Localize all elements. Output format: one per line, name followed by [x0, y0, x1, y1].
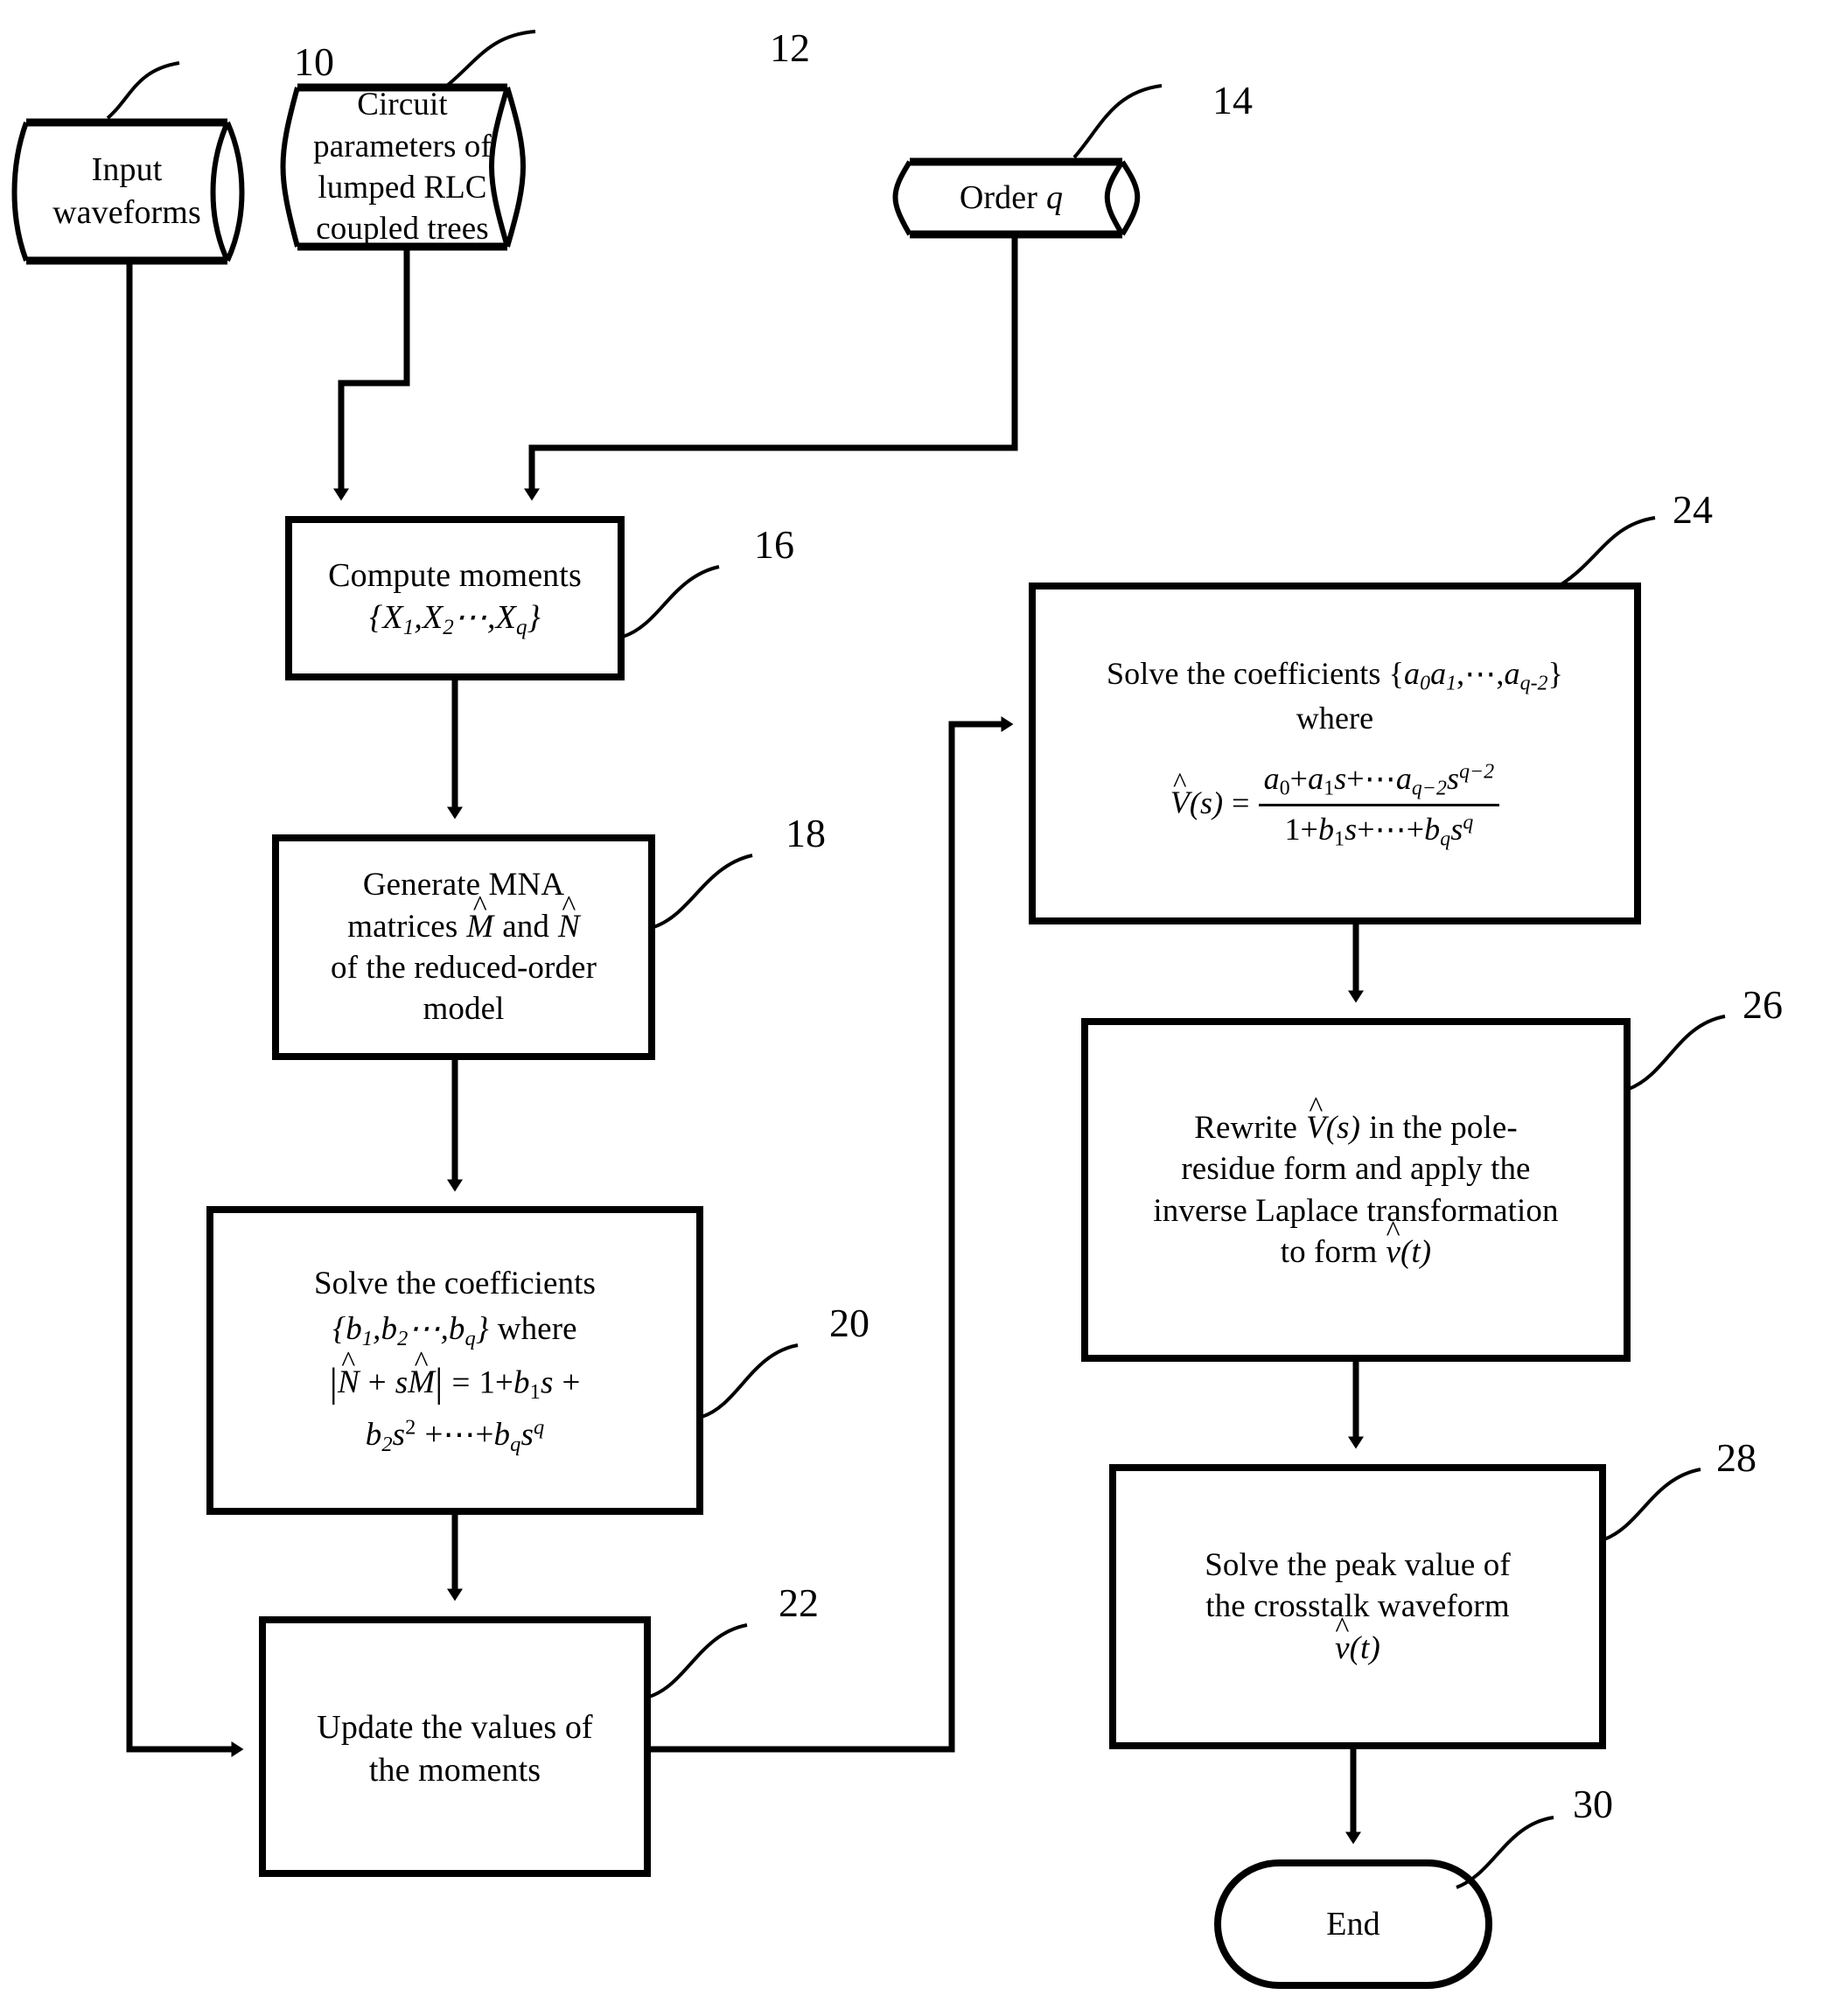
node-18-line2: matrices ^ Mand ^ N — [347, 889, 580, 947]
leader-28 — [1603, 1468, 1701, 1541]
node-18-label: Generate MNA matrices ^ Mand ^ N of the redu… — [276, 838, 652, 1057]
brace-open: { — [369, 599, 383, 637]
node-20-line4: b2s2 +⋯+bqsq — [365, 1414, 545, 1456]
x1-sub: 1 — [402, 616, 415, 640]
connector-10-to-22 — [126, 261, 244, 1757]
node-10-line2: waveforms — [52, 194, 201, 231]
matrices-word: matrices — [347, 908, 458, 945]
node-26-label: Rewrite ^ V(s) in the pole- residue form an… — [1085, 1022, 1627, 1358]
node-14-line1: Order q — [960, 177, 1063, 220]
transfer-function-fraction: a0+a1s+⋯aq−2sq−2 1+b1s+⋯+bqsq — [1258, 758, 1500, 854]
ref-number-12: 12 — [770, 25, 810, 70]
node-24-line1: Solve the coefficients {a0a1,⋯,aq-2} — [1107, 656, 1563, 695]
node-24-equation: ^ V(s) = a0+a1s+⋯aq−2sq−2 1+b1s+⋯+bqsq — [1170, 758, 1500, 854]
node-14-var: q — [1046, 179, 1064, 217]
leader-20 — [701, 1343, 799, 1419]
v-hat-2: ^ V — [1306, 1091, 1326, 1146]
ref-number-14: 14 — [1212, 78, 1253, 122]
node-12-line4: coupled trees — [316, 211, 489, 248]
xq-sub: q — [515, 616, 527, 640]
ref-number-24: 24 — [1673, 487, 1713, 532]
leader-14 — [1072, 84, 1163, 159]
leader-10 — [106, 61, 180, 120]
node-28-line1: Solve the peak value of — [1205, 1546, 1511, 1583]
n-hat-2: ^ N — [337, 1346, 360, 1401]
node-20-line2: {b1,b2⋯,bq} where — [332, 1311, 577, 1351]
x1: X — [382, 599, 403, 637]
node-30-text: End — [1326, 1905, 1380, 1943]
v-lower-hat: ^ v — [1386, 1215, 1400, 1270]
node-22-line1: Update the values of — [317, 1709, 593, 1747]
node-12-line3: lumped RLC — [318, 170, 487, 206]
node-28-line2: the crosstalk waveform — [1205, 1588, 1510, 1625]
node-26-line3: inverse Laplace transformation — [1153, 1192, 1559, 1229]
leader-16 — [622, 565, 720, 638]
leader-24 — [1560, 516, 1656, 586]
numerator: a0+a1s+⋯aq−2sq−2 — [1258, 758, 1500, 807]
node-22-label: Update the values of the moments — [262, 1662, 647, 1837]
x2: X — [422, 599, 444, 637]
node-26-line1: Rewrite ^ V(s) in the pole- — [1194, 1091, 1518, 1148]
node-10-line1: Input — [91, 151, 163, 189]
node-16-line1: Compute moments — [328, 556, 582, 594]
dots: ⋯ — [453, 599, 488, 637]
node-28-label: Solve the peak value of the crosstalk wa… — [1113, 1468, 1603, 1746]
ref-number-20: 20 — [829, 1301, 870, 1345]
node-26-line2: residue form and apply the — [1181, 1151, 1531, 1188]
node-28-line3: ^ v(t) — [1335, 1611, 1380, 1669]
flowchart-canvas: Input waveforms 10 Circuit parameters of… — [0, 0, 1823, 2016]
comma1: , — [414, 599, 423, 637]
node-18-line4: model — [423, 991, 505, 1028]
connector-12-to-16 — [333, 247, 410, 501]
node-22-line2: the moments — [368, 1752, 541, 1789]
ref-number-18: 18 — [786, 811, 826, 855]
and-word: and — [502, 908, 549, 945]
x2-sub: 2 — [443, 616, 454, 640]
m-hat-2: ^ M — [408, 1346, 436, 1401]
node-12-line2: parameters of — [313, 128, 492, 164]
node-18-line1: Generate MNA — [362, 867, 565, 903]
node-30-label: End — [1218, 1863, 1489, 1985]
node-14-word: Order — [959, 179, 1037, 217]
ref-number-28: 28 — [1716, 1435, 1757, 1480]
v-hat: ^ V — [1170, 766, 1190, 820]
xq: X — [495, 599, 516, 637]
where-word: where — [497, 1311, 577, 1348]
ref-number-16: 16 — [754, 522, 794, 567]
leader-12 — [446, 30, 536, 87]
node-12-label: Circuit parameters of lumped RLC coupled… — [296, 87, 509, 247]
node-20-label: Solve the coefficients {b1,b2⋯,bq} where … — [210, 1210, 700, 1511]
ref-number-10: 10 — [294, 39, 334, 84]
brace-close: } — [527, 599, 541, 637]
m-hat: ^ M — [466, 889, 494, 945]
node-18-line3: of the reduced-order — [331, 950, 597, 986]
node-20-line3: | ^ N + s ^ M| = 1+b1s + — [329, 1346, 581, 1406]
leader-22 — [648, 1623, 748, 1699]
node-16-label: Compute moments {X1,X2⋯,Xq} — [289, 520, 621, 677]
node-24-line2: where — [1296, 700, 1374, 736]
rewrite-word: Rewrite — [1194, 1109, 1298, 1146]
node-14-label: Order q — [910, 162, 1113, 234]
ref-number-22: 22 — [779, 1580, 819, 1625]
leader-18 — [653, 854, 753, 929]
ref-number-30: 30 — [1573, 1782, 1613, 1826]
n-hat: ^ N — [558, 889, 580, 945]
comma2: , — [487, 599, 496, 637]
node-16-formula: {X1,X2⋯,Xq} — [369, 596, 541, 642]
node-20-line1: Solve the coefficients — [313, 1265, 597, 1301]
ref-number-26: 26 — [1743, 982, 1783, 1027]
node-10-label: Input waveforms — [26, 122, 227, 261]
solve-coefficients-text: Solve the coefficients { — [1107, 656, 1404, 692]
connector-14-to-16 — [524, 234, 1018, 501]
node-24-label: Solve the coefficients {a0a1,⋯,aq-2} whe… — [1032, 586, 1638, 921]
b2: b — [381, 1311, 398, 1348]
bq: b — [448, 1311, 465, 1348]
leader-26 — [1628, 1015, 1726, 1091]
node-26-line4: to form ^ v(t) — [1281, 1215, 1431, 1273]
node-12-line1: Circuit — [357, 87, 448, 123]
v-lower-hat-2: ^ v — [1335, 1611, 1350, 1666]
denominator: 1+b1s+⋯+bqsq — [1284, 811, 1474, 851]
